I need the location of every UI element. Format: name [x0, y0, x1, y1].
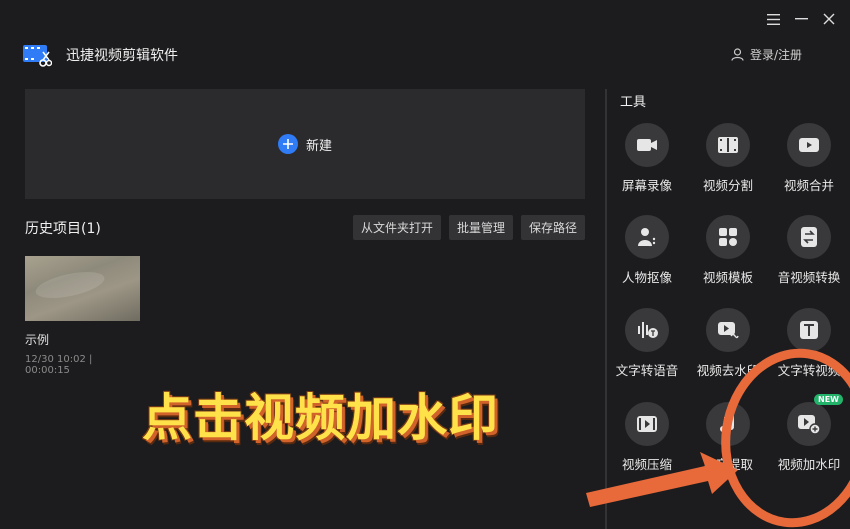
audio-extract-icon	[706, 402, 750, 446]
save-path-button[interactable]: 保存路径	[520, 215, 585, 240]
tool-label: 视频模板	[702, 270, 753, 285]
tool-video-compress[interactable]: 视频压缩	[607, 402, 687, 473]
tool-label: 视频合并	[783, 178, 834, 193]
tool-text-to-speech[interactable]: 文字转语音	[607, 308, 687, 379]
history-actions: 从文件夹打开 批量管理 保存路径	[352, 215, 585, 240]
text-to-video-icon	[787, 308, 831, 352]
tool-audio-extract[interactable]: 声音提取	[688, 402, 768, 473]
add-watermark-icon: NEW	[787, 394, 843, 446]
template-icon	[706, 215, 750, 259]
film-split-icon	[706, 123, 750, 167]
project-meta: 12/30 10:02 | 00:00:15	[25, 354, 93, 376]
remove-watermark-icon	[706, 308, 750, 352]
login-button[interactable]: 登录/注册	[731, 46, 802, 63]
tool-label: 视频分割	[702, 178, 753, 193]
tool-video-merge[interactable]: 视频合并	[769, 123, 849, 194]
history-title: 历史项目(1)	[25, 221, 101, 237]
compress-icon	[625, 402, 669, 446]
app-logo-icon	[23, 45, 52, 67]
convert-icon	[787, 215, 831, 259]
tool-label: 视频压缩	[621, 457, 672, 472]
tool-video-split[interactable]: 视频分割	[688, 123, 768, 194]
tool-video-template[interactable]: 视频模板	[688, 215, 768, 286]
tool-label: 文字转语音	[615, 363, 679, 378]
tool-screen-record[interactable]: 屏幕录像	[607, 123, 687, 194]
tool-label: 音视频转换	[777, 270, 841, 285]
project-thumbnail	[25, 256, 140, 321]
tool-label: 视频去水印	[696, 363, 760, 378]
tool-text-to-video[interactable]: 文字转视频	[769, 308, 849, 379]
app-name: 迅捷视频剪辑软件	[66, 48, 178, 64]
person-cutout-icon	[625, 215, 669, 259]
open-from-folder-button[interactable]: 从文件夹打开	[352, 215, 441, 240]
project-card[interactable]: 示例 12/30 10:02 | 00:00:15	[25, 256, 140, 376]
tools-title: 工具	[620, 95, 647, 110]
hamburger-icon[interactable]	[766, 12, 780, 26]
video-merge-icon	[787, 123, 831, 167]
project-name: 示例	[25, 333, 50, 347]
tool-label: 屏幕录像	[621, 178, 672, 193]
tool-av-convert[interactable]: 音视频转换	[769, 215, 849, 286]
close-icon[interactable]	[822, 12, 836, 26]
tool-label: 文字转视频	[777, 363, 841, 378]
batch-manage-button[interactable]: 批量管理	[448, 215, 513, 240]
window-controls	[766, 12, 836, 26]
tool-label: 人物抠像	[621, 270, 672, 285]
plus-circle-icon	[277, 134, 298, 154]
tool-label: 视频加水印	[777, 457, 841, 472]
user-icon	[731, 48, 744, 61]
tool-add-watermark[interactable]: NEW 视频加水印	[769, 394, 849, 473]
minimize-icon[interactable]	[794, 12, 808, 26]
new-project-button[interactable]: 新建	[25, 89, 585, 199]
login-label: 登录/注册	[749, 48, 802, 62]
tool-person-cutout[interactable]: 人物抠像	[607, 215, 687, 286]
app-brand: 迅捷视频剪辑软件	[22, 42, 178, 68]
tool-label: 声音提取	[702, 457, 753, 472]
camera-icon	[625, 123, 669, 167]
tool-remove-watermark[interactable]: 视频去水印	[688, 308, 768, 379]
tutorial-caption: 点击视频加水印	[142, 389, 499, 447]
new-project-label: 新建	[305, 138, 332, 154]
new-badge: NEW	[814, 394, 843, 405]
text-to-speech-icon	[625, 308, 669, 352]
